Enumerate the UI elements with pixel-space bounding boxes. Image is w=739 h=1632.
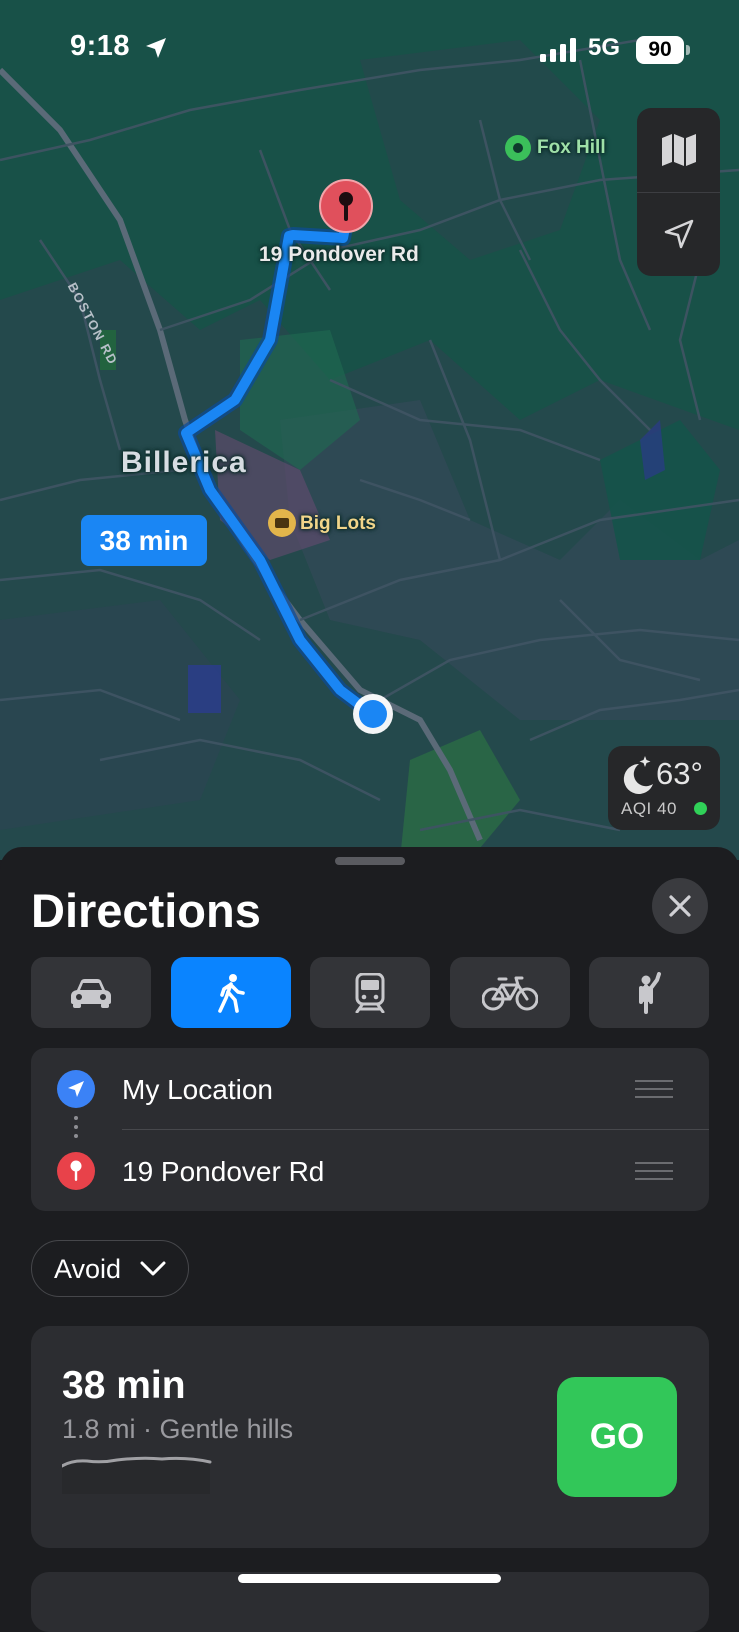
map-view[interactable]: 9:18 5G 90 Fox Hill 19 Pondover Rd Bille… — [0, 0, 739, 860]
train-icon — [355, 972, 385, 1013]
pin-icon — [70, 1160, 82, 1181]
status-time: 9:18 — [70, 30, 131, 62]
directions-sheet: Directions My Location 19 Pondover Rd Av… — [0, 847, 739, 1632]
close-icon — [669, 895, 691, 917]
location-arrow-icon — [664, 219, 693, 249]
mode-walk-button[interactable] — [171, 957, 291, 1028]
route-option-card[interactable]: 38 min 1.8 mi · Gentle hills GO — [31, 1326, 709, 1548]
route-waypoints: My Location 19 Pondover Rd — [31, 1048, 709, 1211]
aqi-label: AQI 40 — [621, 799, 677, 818]
mode-rideshare-button[interactable] — [589, 957, 709, 1028]
sheet-title: Directions — [31, 884, 261, 937]
route-time-badge[interactable]: 38 min — [81, 515, 207, 566]
avoid-dropdown[interactable]: Avoid — [31, 1240, 189, 1297]
transport-modes — [31, 957, 709, 1028]
hail-icon — [639, 971, 661, 1014]
mode-transit-button[interactable] — [310, 957, 430, 1028]
mode-drive-button[interactable] — [31, 957, 151, 1028]
battery-icon: 90 — [636, 36, 684, 64]
weather-widget[interactable]: 63° AQI 40 — [608, 746, 720, 830]
close-button[interactable] — [652, 878, 708, 934]
route-duration: 38 min — [62, 1364, 186, 1407]
status-bar: 9:18 5G 90 — [0, 0, 739, 90]
car-icon — [71, 978, 111, 1008]
avoid-label: Avoid — [54, 1254, 122, 1284]
map-icon — [661, 134, 696, 166]
chevron-down-icon — [140, 1261, 166, 1276]
town-label: Billerica — [121, 446, 247, 479]
waypoint-origin[interactable]: My Location — [31, 1048, 709, 1129]
poi-big-lots[interactable]: Big Lots — [300, 513, 376, 535]
waypoint-destination[interactable]: 19 Pondover Rd — [31, 1130, 709, 1211]
reorder-handle-icon[interactable] — [635, 1080, 673, 1104]
destination-icon — [57, 1152, 95, 1190]
signal-icon — [540, 38, 576, 62]
bike-icon — [482, 976, 538, 1010]
map-mode-button[interactable] — [637, 108, 720, 192]
home-indicator[interactable] — [238, 1574, 501, 1583]
route-details: 1.8 mi · Gentle hills — [62, 1414, 294, 1444]
poi-fox-hill[interactable]: Fox Hill — [537, 137, 606, 159]
origin-label: My Location — [122, 1074, 273, 1105]
pin-icon — [319, 179, 373, 233]
mode-cycle-button[interactable] — [450, 957, 570, 1028]
destination-label[interactable]: 19 Pondover Rd — [259, 243, 419, 267]
track-location-button[interactable] — [637, 192, 720, 276]
network-type: 5G — [588, 34, 621, 61]
sheet-grabber[interactable] — [335, 857, 405, 865]
elevation-graph — [62, 1456, 212, 1494]
go-button[interactable]: GO — [557, 1377, 677, 1497]
location-services-icon — [146, 38, 166, 58]
weather-temp: 63° — [656, 756, 703, 791]
map-controls — [637, 108, 720, 276]
battery-tip — [686, 45, 690, 55]
aqi-status-dot — [694, 802, 707, 815]
reorder-handle-icon[interactable] — [635, 1162, 673, 1186]
walk-icon — [218, 973, 245, 1013]
map-canvas[interactable] — [0, 0, 739, 860]
moon-icon — [623, 756, 653, 794]
location-arrow-icon — [68, 1081, 84, 1097]
origin-icon — [57, 1070, 95, 1108]
destination-label: 19 Pondover Rd — [122, 1156, 325, 1187]
